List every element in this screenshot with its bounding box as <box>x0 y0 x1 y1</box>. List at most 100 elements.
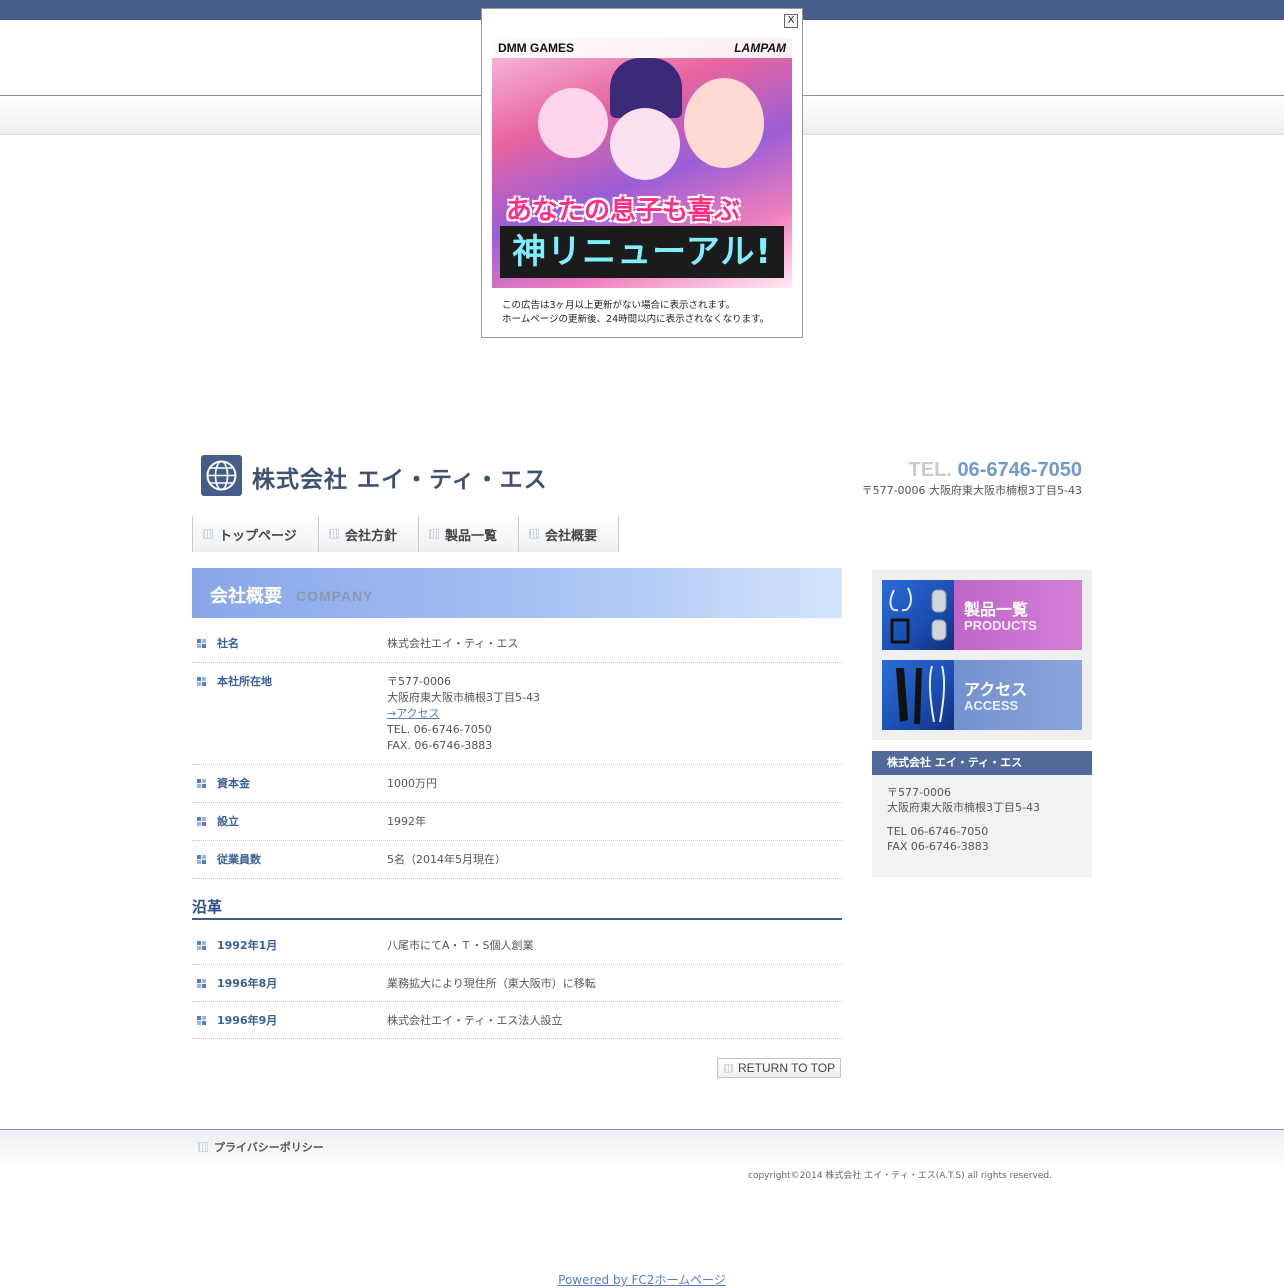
globe-icon[interactable] <box>201 455 242 496</box>
history-date: 1996年8月 <box>217 977 278 990</box>
ad-popup: X DMM GAMES LAMPAM あなたの息子も喜ぶ 神リニューアル! この… <box>481 8 803 338</box>
profile-value: 1000万円 <box>387 777 437 790</box>
ad-note: この広告は3ヶ月以上更新がない場合に表示されます。 ホームページの更新後、24時… <box>502 299 769 327</box>
nav-item-label: 製品一覧 <box>445 528 498 544</box>
info-fax: FAX 06-6746-3883 <box>887 840 989 853</box>
ad-character-right <box>684 78 764 168</box>
products-banner-text: 製品一覧 PRODUCTS <box>954 580 1082 650</box>
history-event: 株式会社エイ・ティ・エス法人設立 <box>387 1014 563 1027</box>
nav-item-products[interactable]: 製品一覧 <box>419 516 519 552</box>
access-banner[interactable]: アクセス ACCESS <box>882 660 1082 730</box>
products-banner[interactable]: 製品一覧 PRODUCTS <box>882 580 1082 650</box>
page-title-bar: 会社概要 COMPANY <box>192 568 842 618</box>
profile-key: 本社所在地 <box>217 675 272 688</box>
square-bullet-icon <box>197 941 206 950</box>
address-line: 大阪府東大阪市楠根3丁目5-43 <box>387 691 540 704</box>
footer-band <box>0 1129 1284 1168</box>
info-address: 大阪府東大阪市楠根3丁目5-43 <box>887 801 1040 814</box>
square-bullet-icon <box>197 855 206 864</box>
return-to-top-button[interactable]: RETURN TO TOP <box>717 1058 841 1078</box>
arrow-up-icon <box>724 1063 733 1073</box>
square-bullet-icon <box>197 677 206 686</box>
company-info-box: 株式会社 エイ・ティ・エス 〒577-0006 大阪府東大阪市楠根3丁目5-43… <box>872 751 1092 877</box>
profile-key: 従業員数 <box>217 853 261 866</box>
global-nav: トップページ 会社方針 製品一覧 会社概要 <box>192 516 619 552</box>
company-info-body: 〒577-0006 大阪府東大阪市楠根3丁目5-43 TEL 06-6746-7… <box>872 775 1092 873</box>
history-date: 1992年1月 <box>217 939 278 952</box>
profile-value: 〒577-0006 大阪府東大阪市楠根3丁目5-43 →アクセス TEL. 06… <box>387 674 540 754</box>
return-to-top-label: RETURN TO TOP <box>738 1061 836 1075</box>
page-title-en: COMPANY <box>296 588 374 604</box>
profile-row-name: 社名 株式会社エイ・ティ・エス <box>192 618 842 663</box>
ad-note-line1: この広告は3ヶ月以上更新がない場合に表示されます。 <box>502 300 736 311</box>
profile-value: 1992年 <box>387 815 426 828</box>
address-postal: 〒577-0006 <box>387 675 451 688</box>
info-postal: 〒577-0006 <box>887 786 951 799</box>
profile-key: 設立 <box>217 815 239 828</box>
nav-item-company[interactable]: 会社概要 <box>519 516 619 552</box>
sidebar-banners: 製品一覧 PRODUCTS アクセス ACCESS <box>872 570 1092 740</box>
close-icon[interactable]: X <box>784 14 798 28</box>
privacy-policy-link[interactable]: プライバシーポリシー <box>198 1139 324 1155</box>
nav-bullet-icon <box>203 529 213 539</box>
products-banner-subtitle: PRODUCTS <box>964 618 1037 633</box>
history-date: 1996年9月 <box>217 1014 278 1027</box>
footer-bullet-icon <box>198 1142 208 1152</box>
history-event: 八尾市にてA・Ｔ・S個人創業 <box>387 939 534 952</box>
nav-bullet-icon <box>529 529 539 539</box>
page-title: 会社概要 <box>210 586 282 607</box>
header-address: 〒577-0006 大阪府東大阪市楠根3丁目5-43 <box>861 484 1082 497</box>
main-content: 会社概要 COMPANY 社名 株式会社エイ・ティ・エス 本社所在地 〒577-… <box>192 568 842 1078</box>
history-event: 業務拡大により現住所（東大阪市）に移転 <box>387 977 596 990</box>
profile-row-employees: 従業員数 5名（2014年5月現在） <box>192 841 842 879</box>
square-bullet-icon <box>197 779 206 788</box>
access-banner-text: アクセス ACCESS <box>954 660 1082 730</box>
nav-item-label: 会社方針 <box>345 528 398 544</box>
access-banner-title: アクセス <box>964 680 1028 699</box>
square-bullet-icon <box>197 1016 206 1025</box>
profile-value: 株式会社エイ・ティ・エス <box>387 637 519 650</box>
access-photo <box>882 660 954 730</box>
tel-label: TEL. <box>908 459 952 481</box>
nav-item-label: 会社概要 <box>545 528 598 544</box>
nav-item-top[interactable]: トップページ <box>193 516 319 552</box>
address-fax: FAX. 06-6746-3883 <box>387 739 493 752</box>
copyright: copyright©2014 株式会社 エイ・ティ・エス(A.T.S) all … <box>748 1171 1052 1181</box>
history-heading: 沿革 <box>192 896 842 920</box>
square-bullet-icon <box>197 639 206 648</box>
access-banner-subtitle: ACCESS <box>964 698 1019 713</box>
ad-note-line2: ホームページの更新後、24時間以内に表示されなくなります。 <box>502 314 770 325</box>
ad-character-center <box>610 108 680 180</box>
history-row: 1992年1月 八尾市にてA・Ｔ・S個人創業 <box>192 920 842 965</box>
company-info-heading: 株式会社 エイ・ティ・エス <box>872 751 1092 775</box>
history-row: 1996年9月 株式会社エイ・ティ・エス法人設立 <box>192 1002 842 1039</box>
header-tel: TEL. 06-6746-7050 <box>909 459 1082 482</box>
square-bullet-icon <box>197 979 206 988</box>
nav-bullet-icon <box>329 529 339 539</box>
privacy-policy-label: プライバシーポリシー <box>214 1141 324 1154</box>
profile-row-capital: 資本金 1000万円 <box>192 765 842 803</box>
address-tel: TEL. 06-6746-7050 <box>387 723 492 736</box>
square-bullet-icon <box>197 817 206 826</box>
profile-value: 5名（2014年5月現在） <box>387 853 506 866</box>
products-banner-title: 製品一覧 <box>964 600 1029 619</box>
ad-catchphrase-1: あなたの息子も喜ぶ <box>506 196 741 226</box>
nav-item-policy[interactable]: 会社方針 <box>319 516 419 552</box>
ad-banner-image[interactable]: DMM GAMES LAMPAM あなたの息子も喜ぶ 神リニューアル! <box>492 38 792 288</box>
profile-row-address: 本社所在地 〒577-0006 大阪府東大阪市楠根3丁目5-43 →アクセス T… <box>192 663 842 765</box>
access-link[interactable]: →アクセス <box>387 707 440 720</box>
profile-key: 社名 <box>217 637 239 650</box>
powered-by: Powered by FC2ホームページ <box>0 1271 1284 1288</box>
profile-row-founded: 設立 1992年 <box>192 803 842 841</box>
ad-catchphrase-2: 神リニューアル! <box>500 226 784 278</box>
info-tel: TEL 06-6746-7050 <box>887 825 989 838</box>
history-row: 1996年8月 業務拡大により現住所（東大阪市）に移転 <box>192 965 842 1002</box>
nav-item-label: トップページ <box>219 528 297 544</box>
ad-brand-right: LAMPAM <box>734 41 786 55</box>
company-logo-text[interactable]: 株式会社 エイ・ティ・エス <box>252 460 548 494</box>
ad-character-left <box>538 88 608 158</box>
history-list: 1992年1月 八尾市にてA・Ｔ・S個人創業 1996年8月 業務拡大により現住… <box>192 920 842 1039</box>
nav-bullet-icon <box>429 529 439 539</box>
ad-brand-left: DMM GAMES <box>498 41 574 55</box>
profile-key: 資本金 <box>217 777 250 790</box>
